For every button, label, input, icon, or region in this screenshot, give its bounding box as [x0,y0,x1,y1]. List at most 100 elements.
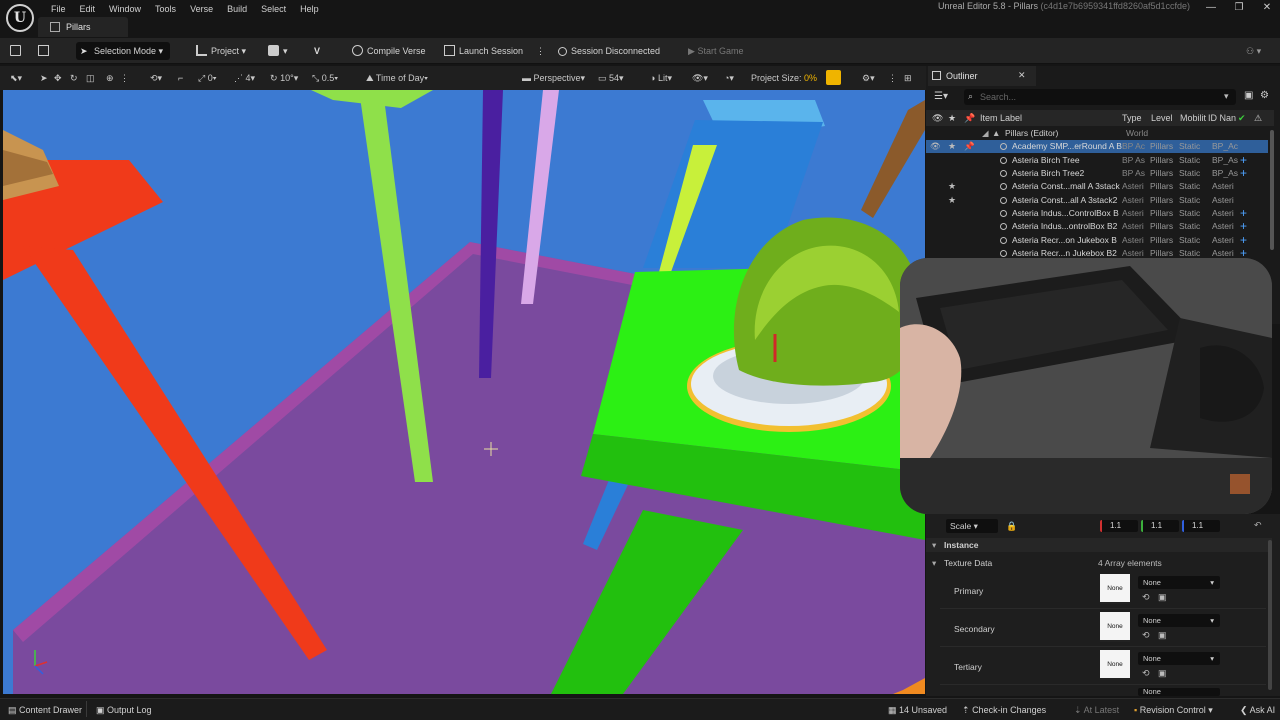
at-latest-button[interactable]: ⇣ At Latest [1074,703,1119,717]
scale-tool-icon[interactable]: ◫ [86,71,95,85]
close-outliner-icon[interactable]: ✕ [1018,70,1026,81]
visibility-column-icon[interactable]: 👁 [932,110,943,126]
details-scrollbar[interactable] [1268,540,1272,690]
rotate-icon[interactable]: ↻ [70,71,78,85]
angle-snap-button[interactable]: ↻ 10°▾ [270,71,298,85]
outliner-row[interactable]: Asteria Birch Tree2 BP As Pillars Static BP_… [926,167,1268,180]
surface-snap-icon[interactable]: ⟲▾ [150,71,162,85]
instance-section[interactable]: Instance [926,538,1272,552]
viewport-layout-icon[interactable]: ⊞ [904,71,912,85]
menu-file[interactable]: File [44,2,73,16]
content-drawer-button[interactable]: ▤ Content Drawer [8,703,82,717]
reset-scale-icon[interactable]: ↶ [1254,520,1262,531]
rotation-snap-button[interactable]: ⤢ 0▾ [198,71,217,85]
browse-icon[interactable]: ▣ [1158,668,1167,679]
launch-session-button[interactable]: Launch Session [444,42,523,60]
scale-dropdown[interactable]: Scale ▾ [946,519,998,533]
menu-help[interactable]: Help [293,2,326,16]
column-id[interactable]: ID Nan [1208,110,1236,126]
outliner-scrollbar[interactable] [1270,130,1274,250]
project-button[interactable]: Project ▾ [196,42,246,60]
pin-icon[interactable] [964,234,974,247]
browse-icon[interactable]: ▣ [1158,630,1167,641]
favorite-icon[interactable] [948,220,958,233]
use-selected-icon[interactable]: ⟲ [1142,630,1150,641]
outliner-row[interactable]: Asteria Indus...ControlBox B Asteri Pillar… [926,207,1268,220]
menu-edit[interactable]: Edit [73,2,103,16]
texture-swatch[interactable]: None [1100,650,1130,680]
time-of-day-button[interactable]: ⛰ Time of Day▾ [366,71,428,85]
transform-select-icon[interactable]: ⬉▾ [10,71,22,85]
pin-icon[interactable] [964,194,974,207]
grid-snap-button[interactable]: ⋰ 4▾ [234,71,255,85]
favorite-column-icon[interactable]: ★ [948,110,956,126]
column-level[interactable]: Level [1151,110,1173,126]
visibility-toggle-icon[interactable] [930,154,940,167]
browse-icon[interactable]: ▣ [1158,592,1167,603]
session-status[interactable]: Session Disconnected [558,42,660,60]
revision-column-icon[interactable]: ✔ [1238,110,1246,126]
visibility-toggle-icon[interactable] [930,234,940,247]
outliner-row[interactable]: Asteria Indus...ontrolBox B2 Asteri Pillar… [926,220,1268,233]
more-options-icon[interactable]: ⋮ [536,42,545,60]
scale-x-input[interactable]: 1.1 [1100,520,1138,532]
expand-arrow-icon[interactable]: ◢ [982,127,989,140]
visibility-toggle-icon[interactable] [930,180,940,193]
pin-icon[interactable] [964,154,974,167]
outliner-row[interactable]: 👁 ★ 📌 Academy SMP...erRound A B BP Ac Pillars… [926,140,1268,153]
favorite-icon[interactable] [948,167,958,180]
save-icon[interactable] [10,42,25,60]
revision-add-icon[interactable] [1240,140,1250,153]
selection-mode-button[interactable]: Selection Mode ▾ [76,42,170,60]
scale-z-input[interactable]: 1.1 [1182,520,1220,532]
content-browser-icon[interactable] [38,42,53,60]
menu-verse[interactable]: Verse [183,2,220,16]
texture-swatch[interactable]: None [1100,574,1130,604]
brown-pillar[interactable] [861,100,925,218]
visibility-toggle-icon[interactable]: 👁 [930,140,940,153]
revision-add-icon[interactable] [1240,180,1250,193]
verse-icon[interactable]: V [314,42,320,60]
performance-icon[interactable]: ◔▾ [724,71,734,85]
use-selected-icon[interactable]: ⟲ [1142,592,1150,603]
visibility-toggle-icon[interactable] [930,220,940,233]
menu-tools[interactable]: Tools [148,2,183,16]
outliner-row[interactable]: Asteria Birch Tree BP As Pillars Static BP_A… [926,154,1268,167]
use-selected-icon[interactable]: ⟲ [1142,668,1150,679]
outliner-settings-icon[interactable]: ⚙ [1260,90,1269,101]
revision-add-icon[interactable]: + [1240,154,1250,167]
column-item-label[interactable]: Item Label [980,110,1022,126]
pin-column-icon[interactable]: 📌 [964,110,975,126]
partial-dropdown[interactable]: None [1138,688,1220,696]
revision-add-icon[interactable]: + [1240,220,1250,233]
outliner-row[interactable]: Asteria Recr...on Jukebox B Asteri Pillars… [926,234,1268,247]
visibility-toggle-icon[interactable] [930,194,940,207]
texture-dropdown[interactable]: None ▾ [1138,614,1220,627]
snap-toggle-icon[interactable]: ⌐ [178,71,183,85]
show-flags-icon[interactable]: 👁▾ [692,71,708,85]
pin-icon[interactable] [964,207,974,220]
outliner-search-input[interactable]: Search... [964,89,1236,105]
favorite-icon[interactable] [948,154,958,167]
more-snap-icon[interactable]: ⋮ [120,71,129,85]
filter-icon[interactable]: ☰▾ [934,91,948,102]
search-dropdown-icon[interactable]: ▾ [1224,91,1229,102]
favorite-icon[interactable]: ★ [948,180,958,193]
outliner-row[interactable]: ★ Asteria Const...mall A 3stack Asteri Pill… [926,180,1268,193]
visibility-toggle-icon[interactable] [930,167,940,180]
menu-build[interactable]: Build [220,2,254,16]
texture-expand-icon[interactable]: ▾ [932,556,936,570]
scale-snap-button[interactable]: ⤡ 0.5▾ [312,71,338,85]
revision-add-icon[interactable]: + [1240,207,1250,220]
start-game-button[interactable]: ▶ Start Game [688,42,743,60]
more-viewport-icon[interactable]: ⋮ [888,71,897,85]
unreal-logo-icon[interactable]: U [6,4,34,32]
column-mobility[interactable]: Mobilit [1180,110,1206,126]
output-log-button[interactable]: ▣ Output Log [96,703,152,717]
texture-swatch[interactable]: None [1100,612,1130,642]
collaborators-icon[interactable]: ⚇ ▾ [1246,42,1261,60]
outliner-folder-row[interactable]: ◢ ▲ Pillars (Editor) World [926,127,1268,140]
texture-dropdown[interactable]: None ▾ [1138,576,1220,589]
fov-button[interactable]: ▭ 54▾ [598,71,624,85]
world-local-icon[interactable]: ⊕ [106,71,114,85]
